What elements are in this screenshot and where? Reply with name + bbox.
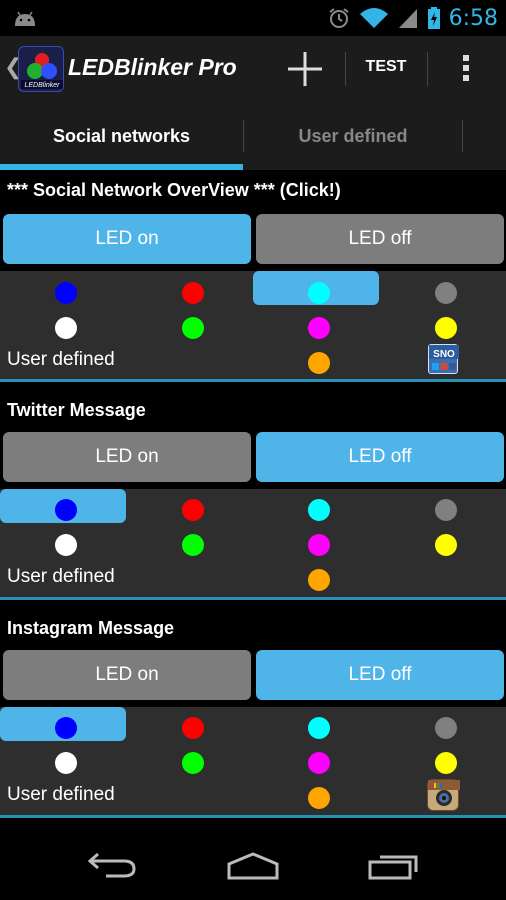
color-orange[interactable] — [308, 569, 330, 591]
test-button[interactable]: TEST — [348, 58, 424, 76]
led-off-button[interactable]: LED off — [256, 650, 504, 700]
color-gray[interactable] — [435, 717, 457, 739]
color-orange[interactable] — [308, 352, 330, 374]
color-palette: User defined — [0, 707, 506, 815]
overflow-menu-icon[interactable] — [452, 52, 480, 86]
section-instagram: Instagram Message LED on LED off User de… — [0, 604, 506, 820]
user-defined-label[interactable]: User defined — [7, 349, 115, 371]
led-on-button[interactable]: LED on — [3, 432, 251, 482]
color-yellow[interactable] — [435, 534, 457, 556]
section-social-overview: *** Social Network OverView *** (Click!)… — [0, 170, 506, 384]
section-divider — [0, 815, 506, 818]
color-green[interactable] — [182, 752, 204, 774]
led-on-button[interactable]: LED on — [3, 214, 251, 264]
color-red[interactable] — [182, 282, 204, 304]
add-button[interactable] — [280, 46, 330, 92]
user-defined-label[interactable]: User defined — [7, 566, 115, 588]
section-title[interactable]: Instagram Message — [7, 618, 174, 639]
color-yellow[interactable] — [435, 752, 457, 774]
user-defined-label[interactable]: User defined — [7, 784, 115, 806]
color-gray[interactable] — [435, 282, 457, 304]
home-icon[interactable] — [226, 852, 280, 880]
recent-apps-icon[interactable] — [368, 852, 422, 880]
tab-social-networks[interactable]: Social networks — [0, 102, 243, 170]
led-on-button[interactable]: LED on — [3, 650, 251, 700]
color-cyan[interactable] — [308, 282, 330, 304]
wifi-icon — [359, 8, 388, 28]
color-blue[interactable] — [55, 499, 77, 521]
color-red[interactable] — [182, 499, 204, 521]
svg-text:SNO: SNO — [433, 349, 455, 360]
tab-user-defined[interactable]: User defined — [244, 102, 462, 170]
color-cyan[interactable] — [308, 717, 330, 739]
back-icon[interactable] — [86, 850, 138, 878]
action-separator — [427, 52, 428, 86]
color-white[interactable] — [55, 317, 77, 339]
signal-icon — [398, 9, 417, 28]
color-green[interactable] — [182, 317, 204, 339]
sno-icon[interactable]: SNO — [428, 344, 459, 374]
color-green[interactable] — [182, 534, 204, 556]
status-bar: 6:58 — [0, 0, 506, 36]
color-gray[interactable] — [435, 499, 457, 521]
alarm-icon — [328, 8, 349, 28]
instagram-icon[interactable] — [427, 779, 460, 811]
led-off-button[interactable]: LED off — [256, 432, 504, 482]
color-white[interactable] — [55, 752, 77, 774]
action-bar: ❮ LEDBlinker LEDBlinker Pro TEST — [0, 36, 506, 102]
app-title: LEDBlinker Pro — [68, 54, 237, 80]
plus-icon — [288, 52, 322, 86]
color-orange[interactable] — [308, 787, 330, 809]
action-separator — [345, 52, 346, 86]
section-title[interactable]: *** Social Network OverView *** (Click!) — [7, 180, 341, 201]
color-red[interactable] — [182, 717, 204, 739]
led-off-button[interactable]: LED off — [256, 214, 504, 264]
color-magenta[interactable] — [308, 752, 330, 774]
tab-divider — [462, 120, 463, 152]
app-logo-icon[interactable]: LEDBlinker — [18, 46, 64, 92]
color-blue[interactable] — [55, 282, 77, 304]
color-magenta[interactable] — [308, 534, 330, 556]
status-time: 6:58 — [448, 5, 498, 31]
color-cyan[interactable] — [308, 499, 330, 521]
svg-text:LEDBlinker: LEDBlinker — [24, 82, 60, 89]
color-magenta[interactable] — [308, 317, 330, 339]
color-palette: User defined SNO — [0, 271, 506, 379]
section-twitter: Twitter Message LED on LED off User defi… — [0, 386, 506, 604]
battery-charging-icon — [427, 7, 440, 29]
color-palette: User defined — [0, 489, 506, 597]
color-blue[interactable] — [55, 717, 77, 739]
section-title[interactable]: Twitter Message — [7, 400, 146, 421]
section-divider — [0, 597, 506, 600]
navigation-bar — [0, 820, 506, 900]
android-icon — [15, 11, 35, 26]
section-divider — [0, 379, 506, 382]
tab-bar: Social networks User defined — [0, 102, 506, 170]
color-white[interactable] — [55, 534, 77, 556]
color-yellow[interactable] — [435, 317, 457, 339]
